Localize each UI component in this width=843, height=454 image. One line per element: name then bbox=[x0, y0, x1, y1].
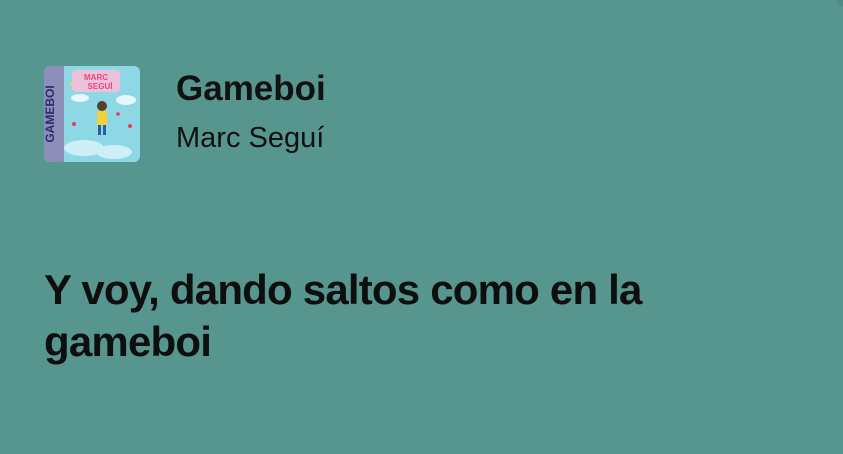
cover-badge-text: MARC bbox=[84, 73, 108, 82]
song-title: Gameboi bbox=[176, 69, 326, 108]
album-cover-art: MARC SEGUÍ GAMEBOI bbox=[44, 66, 140, 162]
lyric-share-card: MARC SEGUÍ GAMEBOI Gameboi Marc Seguí Y … bbox=[0, 0, 843, 454]
card-corner-decoration bbox=[833, 0, 843, 10]
track-header: MARC SEGUÍ GAMEBOI Gameboi Marc Seguí bbox=[44, 66, 326, 162]
track-meta: Gameboi Marc Seguí bbox=[176, 69, 326, 156]
artist-name: Marc Seguí bbox=[176, 122, 325, 154]
cover-spine-text: GAMEBOI bbox=[44, 85, 57, 142]
album-cover: MARC SEGUÍ GAMEBOI bbox=[44, 66, 140, 162]
svg-text:SEGUÍ: SEGUÍ bbox=[88, 82, 114, 91]
lyric-text: Y voy, dando saltos como en la gameboi bbox=[44, 266, 642, 365]
